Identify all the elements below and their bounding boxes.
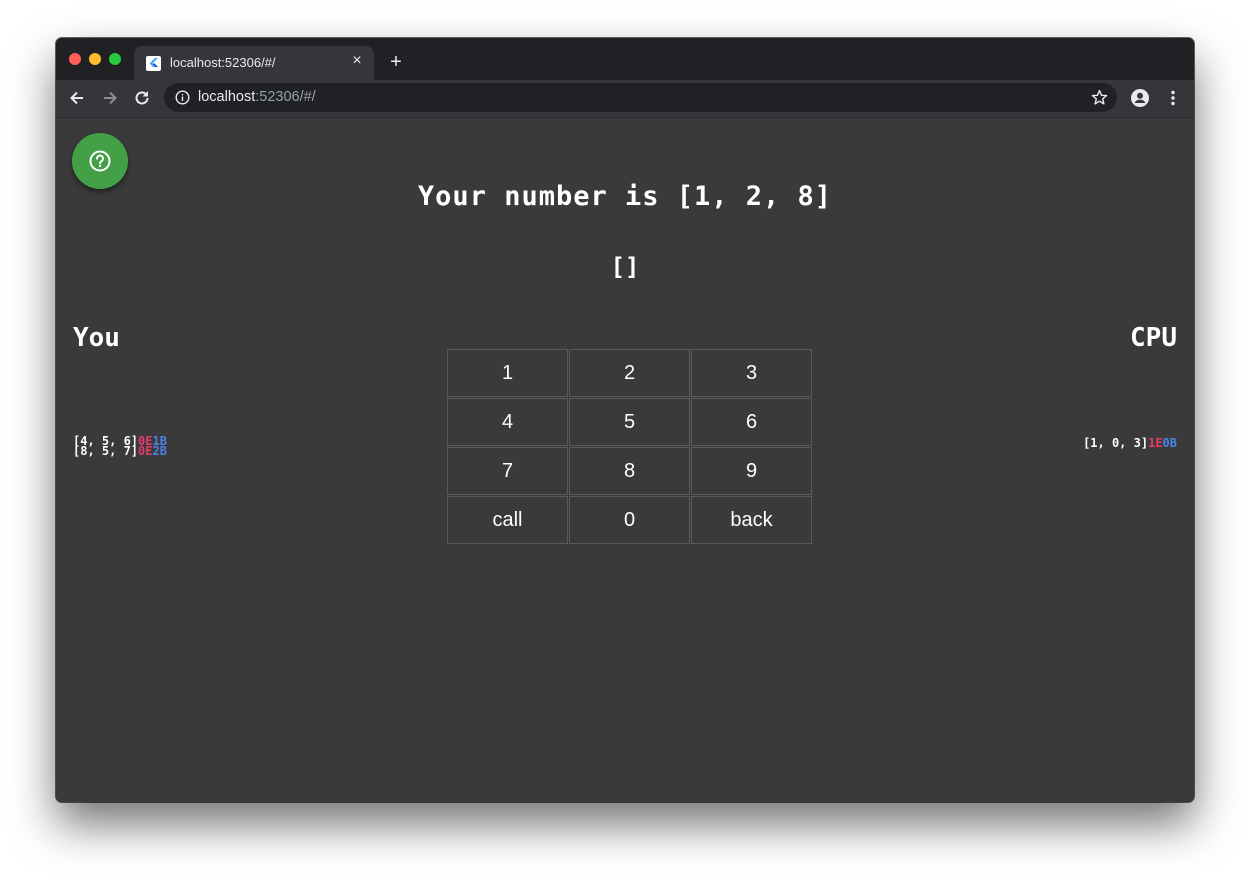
browser-tab[interactable]: localhost:52306/#/ ×	[134, 46, 374, 80]
current-guess-display: []	[610, 253, 640, 281]
player-history: [4, 5, 6]0E1B [8, 5, 7]0E2B	[73, 435, 167, 458]
info-icon[interactable]	[175, 90, 190, 105]
help-circle-icon	[89, 150, 111, 172]
key-6[interactable]: 6	[691, 398, 812, 446]
minimize-window-button[interactable]	[89, 53, 101, 65]
secret-number-headline: Your number is [1, 2, 8]	[417, 181, 833, 212]
back-button[interactable]: back	[691, 496, 812, 544]
cpu-label: CPU	[1130, 323, 1177, 353]
browser-toolbar: localhost:52306/#/	[56, 80, 1194, 118]
browser-window: localhost:52306/#/ × + localhost:52306/#…	[56, 38, 1194, 802]
player-label: You	[73, 323, 120, 353]
key-2[interactable]: 2	[569, 349, 690, 397]
history-guess: [8, 5, 7]	[73, 444, 139, 458]
tab-title: localhost:52306/#/	[170, 55, 276, 70]
maximize-window-button[interactable]	[109, 53, 121, 65]
history-row: [8, 5, 7]0E2B	[73, 444, 167, 458]
history-bite: 2B	[152, 444, 167, 458]
new-tab-icon[interactable]: +	[386, 52, 406, 72]
key-3[interactable]: 3	[691, 349, 812, 397]
key-4[interactable]: 4	[447, 398, 568, 446]
key-5[interactable]: 5	[569, 398, 690, 446]
more-menu-icon[interactable]	[1163, 88, 1183, 108]
cpu-history: [1, 0, 3]1E0B	[1083, 436, 1177, 450]
tab-bar: localhost:52306/#/ × +	[56, 38, 1194, 80]
history-eat: 1E	[1148, 436, 1163, 450]
flutter-logo-icon	[146, 56, 161, 71]
app-content: Your number is [1, 2, 8] [] You CPU [4, …	[56, 118, 1194, 802]
close-tab-icon[interactable]: ×	[349, 53, 365, 69]
close-window-button[interactable]	[69, 53, 81, 65]
key-9[interactable]: 9	[691, 447, 812, 495]
keypad: 1 2 3 4 5 6 7 8 9 call 0 back	[447, 349, 813, 546]
bookmark-star-icon[interactable]	[1091, 89, 1108, 106]
history-bite: 0B	[1162, 436, 1177, 450]
key-7[interactable]: 7	[447, 447, 568, 495]
key-8[interactable]: 8	[569, 447, 690, 495]
forward-arrow-icon[interactable]	[100, 88, 120, 108]
key-1[interactable]: 1	[447, 349, 568, 397]
address-bar[interactable]: localhost:52306/#/	[164, 83, 1117, 112]
reload-icon[interactable]	[132, 88, 152, 108]
url-host: localhost	[198, 89, 256, 105]
history-guess: [1, 0, 3]	[1083, 436, 1149, 450]
call-button[interactable]: call	[447, 496, 568, 544]
history-eat: 0E	[138, 444, 153, 458]
history-row: [1, 0, 3]1E0B	[1083, 436, 1177, 450]
url-text: localhost:52306/#/	[198, 89, 316, 105]
key-0[interactable]: 0	[569, 496, 690, 544]
back-arrow-icon[interactable]	[67, 88, 87, 108]
profile-icon[interactable]	[1130, 88, 1150, 108]
url-path: :52306/#/	[255, 89, 316, 105]
